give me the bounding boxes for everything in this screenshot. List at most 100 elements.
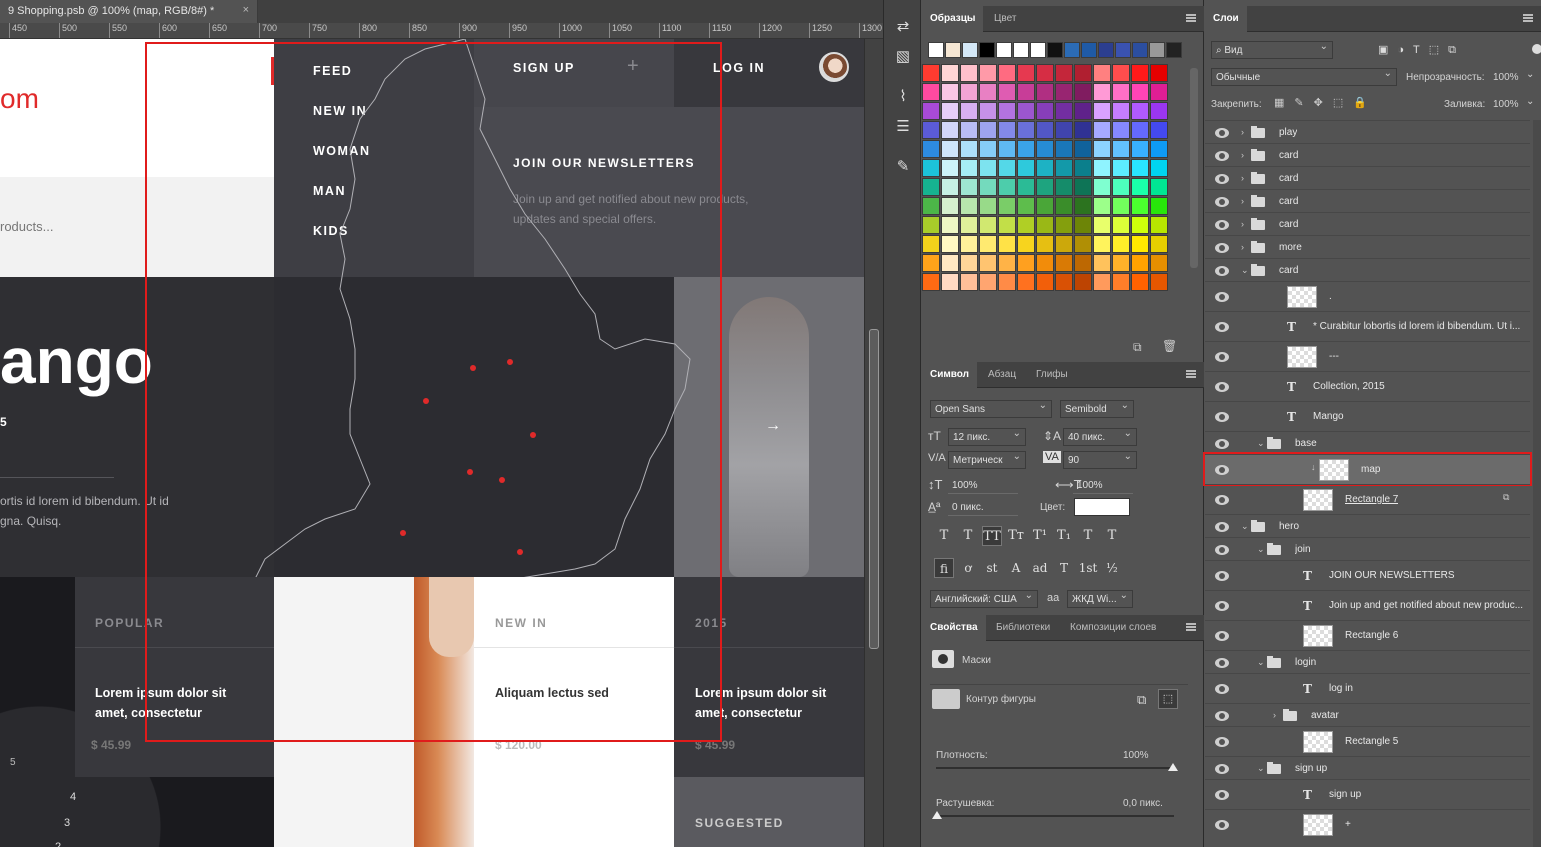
swatch[interactable]	[922, 235, 940, 253]
layer-row[interactable]: Rectangle 5	[1205, 726, 1530, 756]
swatch[interactable]	[1055, 254, 1073, 272]
swatch[interactable]	[922, 273, 940, 291]
opentype-button[interactable]: A	[1006, 558, 1026, 578]
new-swatch-icon[interactable]: ⧉	[1133, 340, 1142, 355]
language-select[interactable]: Английский: США	[930, 590, 1038, 608]
density-slider[interactable]	[936, 767, 1174, 769]
swatch[interactable]	[1093, 197, 1111, 215]
text-style-button[interactable]: T¹	[1030, 526, 1050, 546]
layer-thumbnail[interactable]	[1303, 625, 1333, 647]
swatch[interactable]	[998, 273, 1016, 291]
swatch[interactable]	[998, 102, 1016, 120]
tab-paragraph[interactable]: Абзац	[980, 362, 1024, 388]
layer-row[interactable]: ⌄ login	[1205, 650, 1530, 673]
swatch[interactable]	[1017, 102, 1035, 120]
swatch[interactable]	[1017, 159, 1035, 177]
swatch[interactable]	[941, 140, 959, 158]
swatch[interactable]	[1036, 273, 1054, 291]
layer-thumbnail[interactable]	[1303, 814, 1333, 836]
text-style-button[interactable]: T	[1078, 526, 1098, 546]
fill-dropdown-icon[interactable]: ⌄	[1526, 96, 1534, 107]
layer-row[interactable]: ⌄ hero	[1205, 514, 1530, 537]
tab-libraries[interactable]: Библиотеки	[988, 615, 1058, 641]
tab-character[interactable]: Символ	[922, 362, 977, 388]
swatch[interactable]	[1150, 216, 1168, 234]
canvas[interactable]: om roducts... FEED NEW IN WOMAN MAN KIDS…	[0, 39, 864, 847]
swatch[interactable]	[1098, 42, 1114, 58]
swatch[interactable]	[1131, 140, 1149, 158]
swatch[interactable]	[1112, 254, 1130, 272]
swatch[interactable]	[1093, 64, 1111, 82]
layer-thumbnail[interactable]	[1303, 489, 1333, 511]
swatch[interactable]	[998, 178, 1016, 196]
swatch[interactable]	[941, 159, 959, 177]
swatch[interactable]	[1017, 178, 1035, 196]
layer-row[interactable]: ⌄ sign up	[1205, 756, 1530, 779]
swatch[interactable]	[998, 159, 1016, 177]
layer-filter-icons[interactable]: ▣◑T⬚⧉	[1378, 43, 1465, 57]
swatch[interactable]	[979, 140, 997, 158]
swatch[interactable]	[941, 121, 959, 139]
swatch[interactable]	[1017, 235, 1035, 253]
swatch[interactable]	[1112, 83, 1130, 101]
kerning-select[interactable]: Метрическ	[948, 451, 1026, 469]
swatch[interactable]	[941, 235, 959, 253]
density-value[interactable]: 100%	[1123, 750, 1149, 761]
layer-thumbnail[interactable]	[1319, 459, 1349, 481]
expand-arrow-icon[interactable]: ›	[1241, 196, 1244, 206]
collapse-arrow-icon[interactable]: ⌄	[1257, 544, 1265, 555]
visibility-eye-icon[interactable]	[1215, 292, 1229, 302]
expand-arrow-icon[interactable]: ›	[1241, 242, 1244, 252]
swatch[interactable]	[979, 64, 997, 82]
layer-row[interactable]: › card	[1205, 166, 1530, 189]
swatch[interactable]	[922, 140, 940, 158]
swatch[interactable]	[1017, 121, 1035, 139]
layer-row[interactable]: Tsign up	[1205, 779, 1530, 809]
swatch[interactable]	[1074, 178, 1092, 196]
swatch[interactable]	[1036, 102, 1054, 120]
swatch[interactable]	[1055, 178, 1073, 196]
collapse-arrow-icon[interactable]: ⌄	[1257, 657, 1265, 668]
swatch[interactable]	[1115, 42, 1131, 58]
layer-row[interactable]: ⌄ card	[1205, 258, 1530, 281]
adjustments-icon[interactable]: ☰	[892, 116, 914, 138]
swatch[interactable]	[998, 197, 1016, 215]
layer-row[interactable]: ⌄ base	[1205, 431, 1530, 454]
fill-value[interactable]: 100%	[1493, 99, 1519, 110]
swatch[interactable]	[979, 254, 997, 272]
layer-row[interactable]: Rectangle 6	[1205, 620, 1530, 650]
swatch[interactable]	[1112, 159, 1130, 177]
swatch[interactable]	[1150, 83, 1168, 101]
swatch[interactable]	[941, 197, 959, 215]
swatch[interactable]	[1112, 216, 1130, 234]
swatch[interactable]	[979, 83, 997, 101]
tab-layers[interactable]: Слои	[1205, 6, 1247, 32]
swatch[interactable]	[1131, 121, 1149, 139]
swatch[interactable]	[922, 102, 940, 120]
text-style-button[interactable]: T	[934, 526, 954, 546]
swatch[interactable]	[1074, 216, 1092, 234]
swatch[interactable]	[1093, 235, 1111, 253]
layer-row[interactable]: T Join up and get notified about new prod…	[1205, 590, 1530, 620]
visibility-eye-icon[interactable]	[1215, 127, 1229, 138]
swatch[interactable]	[979, 216, 997, 234]
visibility-eye-icon[interactable]	[1215, 763, 1229, 774]
visibility-eye-icon[interactable]	[1215, 737, 1229, 747]
text-style-button[interactable]: Tт	[1006, 526, 1026, 546]
font-style-select[interactable]: Semibold	[1060, 400, 1134, 418]
swatch[interactable]	[998, 216, 1016, 234]
swatch[interactable]	[1017, 273, 1035, 291]
swatch[interactable]	[960, 121, 978, 139]
swatch[interactable]	[1017, 197, 1035, 215]
swatch[interactable]	[1166, 42, 1182, 58]
feather-slider-thumb[interactable]	[932, 811, 942, 819]
expand-arrow-icon[interactable]: ›	[1241, 219, 1244, 229]
swatch[interactable]	[1055, 64, 1073, 82]
layer-row[interactable]: ↓ map	[1203, 452, 1532, 486]
swatch[interactable]	[941, 64, 959, 82]
swatch[interactable]	[1036, 140, 1054, 158]
layer-thumbnail[interactable]	[1287, 286, 1317, 308]
lock-icons[interactable]: ▦✎✥⬚🔒	[1274, 96, 1377, 109]
layer-row[interactable]: T * Curabitur lobortis id lorem id bibend…	[1205, 311, 1530, 341]
vector-mask-icon[interactable]	[932, 689, 960, 709]
